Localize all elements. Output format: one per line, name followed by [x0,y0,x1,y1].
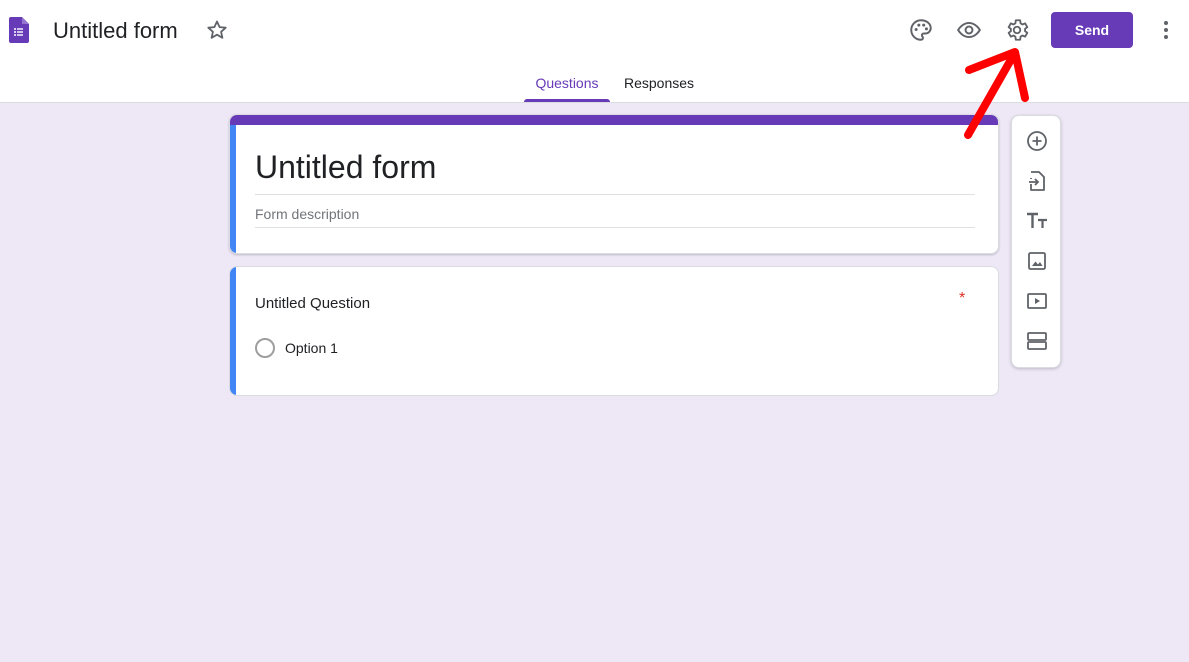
form-title-card[interactable]: Untitled form Form description [229,114,999,254]
description-divider [255,227,975,228]
palette-icon[interactable] [908,17,934,43]
send-button[interactable]: Send [1051,12,1133,48]
form-description-field[interactable]: Form description [255,206,359,222]
required-marker: * [959,290,966,307]
title-text-icon[interactable] [1025,209,1049,233]
forms-logo-icon[interactable] [9,17,29,43]
form-title[interactable]: Untitled form [255,149,436,185]
option-label[interactable]: Option 1 [285,340,338,356]
active-tab-indicator [524,99,610,102]
tab-responses[interactable]: Responses [614,75,704,103]
side-toolbar [1011,115,1061,368]
card-accent-bar [230,115,998,125]
star-icon[interactable] [205,18,229,42]
title-divider [255,194,975,195]
focus-indicator-bar [230,267,236,395]
question-title[interactable]: Untitled Question [255,295,370,312]
question-card[interactable]: Untitled Question * Option 1 [229,266,999,396]
section-icon[interactable] [1025,329,1049,353]
radio-button[interactable] [255,338,275,358]
import-icon[interactable] [1025,169,1049,193]
video-icon[interactable] [1025,289,1049,313]
document-title[interactable]: Untitled form [53,17,178,45]
more-vert-icon[interactable] [1154,17,1178,43]
image-icon[interactable] [1025,249,1049,273]
focus-indicator-bar [230,125,236,253]
red-arrow-annotation [964,48,1029,139]
